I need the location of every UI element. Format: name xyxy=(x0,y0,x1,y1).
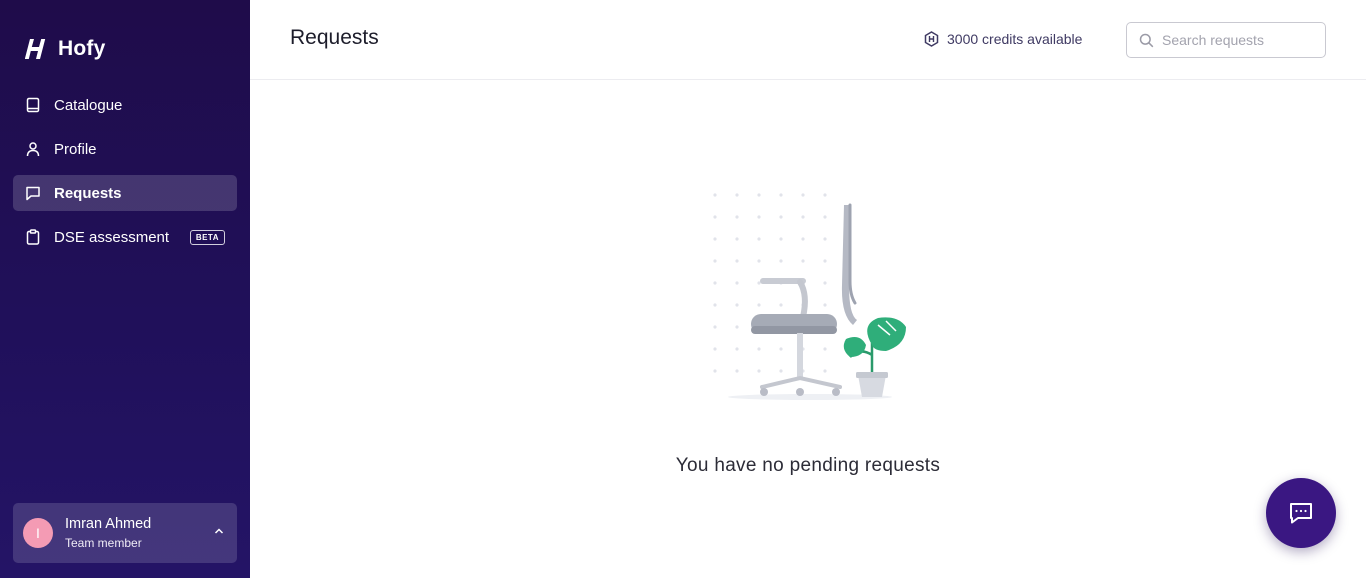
sidebar-item-label: Catalogue xyxy=(54,96,123,114)
chat-button[interactable] xyxy=(1266,478,1336,548)
message-icon xyxy=(26,186,40,201)
book-icon xyxy=(26,97,40,113)
credits-indicator: 3000 credits available xyxy=(924,31,1082,47)
user-name: Imran Ahmed xyxy=(65,516,152,532)
chat-icon xyxy=(1290,503,1312,524)
empty-state-illustration xyxy=(713,193,906,400)
credits-text: 3000 credits available xyxy=(947,31,1083,47)
user-info: Imran Ahmed Team member xyxy=(65,516,151,550)
clipboard-icon xyxy=(26,229,40,245)
empty-state-message: You have no pending requests xyxy=(675,455,941,476)
page-title: Requests xyxy=(290,26,379,49)
page-header: Requests 3000 credits available xyxy=(250,0,1366,80)
search-input[interactable] xyxy=(1162,32,1312,48)
user-role: Team member xyxy=(65,536,142,550)
sidebar-item-label: DSE assessment xyxy=(54,228,170,246)
search-icon xyxy=(1139,33,1154,47)
sidebar: Hofy Catalogue Profile Requests DSE asse… xyxy=(0,0,250,578)
sidebar-item-label: Profile xyxy=(54,140,97,158)
sidebar-item-dse-assessment[interactable]: DSE assessment BETA xyxy=(13,219,237,255)
hofy-logo-icon xyxy=(25,39,46,59)
sidebar-item-requests[interactable]: Requests xyxy=(13,175,237,211)
user-icon xyxy=(26,142,40,157)
brand-logo[interactable]: Hofy xyxy=(25,37,105,61)
search-box[interactable] xyxy=(1126,22,1326,58)
sidebar-item-profile[interactable]: Profile xyxy=(13,131,237,167)
user-menu[interactable]: I Imran Ahmed Team member xyxy=(13,503,237,563)
sidebar-item-catalogue[interactable]: Catalogue xyxy=(13,87,237,123)
credits-hexagon-icon xyxy=(924,31,939,47)
sidebar-nav: Catalogue Profile Requests DSE assessmen… xyxy=(13,87,237,263)
beta-badge: BETA xyxy=(189,229,225,245)
sidebar-item-label: Requests xyxy=(54,184,122,202)
chevron-up-icon xyxy=(214,528,224,534)
avatar: I xyxy=(23,518,53,548)
brand-name: Hofy xyxy=(58,37,106,60)
